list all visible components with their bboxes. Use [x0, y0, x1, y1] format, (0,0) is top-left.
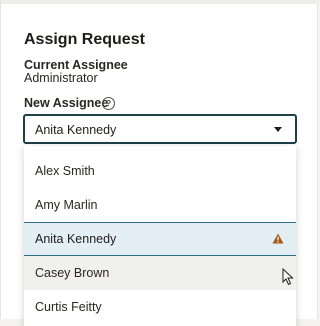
assignee-option-alex-smith[interactable]: Alex Smith [24, 154, 296, 188]
new-assignee-select-value: Anita Kennedy [35, 123, 117, 137]
assignee-option-label: Anita Kennedy [35, 232, 117, 246]
assignee-option-casey-brown[interactable]: Casey Brown [24, 256, 296, 290]
assignee-option-label: Curtis Feitty [35, 300, 102, 314]
current-assignee-value: Administrator [24, 71, 98, 85]
mouse-pointer-icon [282, 268, 294, 286]
chevron-down-icon[interactable] [274, 127, 282, 132]
assignee-option-label: Amy Marlin [35, 198, 98, 212]
assignee-option-label: Alex Smith [35, 164, 95, 178]
new-assignee-select[interactable]: Anita Kennedy [23, 114, 297, 144]
question-circle-icon[interactable]: ? [102, 97, 115, 110]
assignee-dropdown-list: Alex Smith Amy Marlin Anita Kennedy Case… [24, 146, 296, 326]
assignee-option-amy-marlin[interactable]: Amy Marlin [24, 188, 296, 222]
assign-request-panel: Assign Request Current Assignee Administ… [0, 0, 319, 326]
assignee-option-label: Casey Brown [35, 266, 110, 280]
assignee-option-anita-kennedy[interactable]: Anita Kennedy [24, 222, 296, 256]
new-assignee-label: New Assignee [24, 96, 109, 110]
page-title: Assign Request [24, 31, 145, 48]
warning-triangle-icon [272, 233, 284, 244]
panel-top-strip [1, 0, 319, 4]
